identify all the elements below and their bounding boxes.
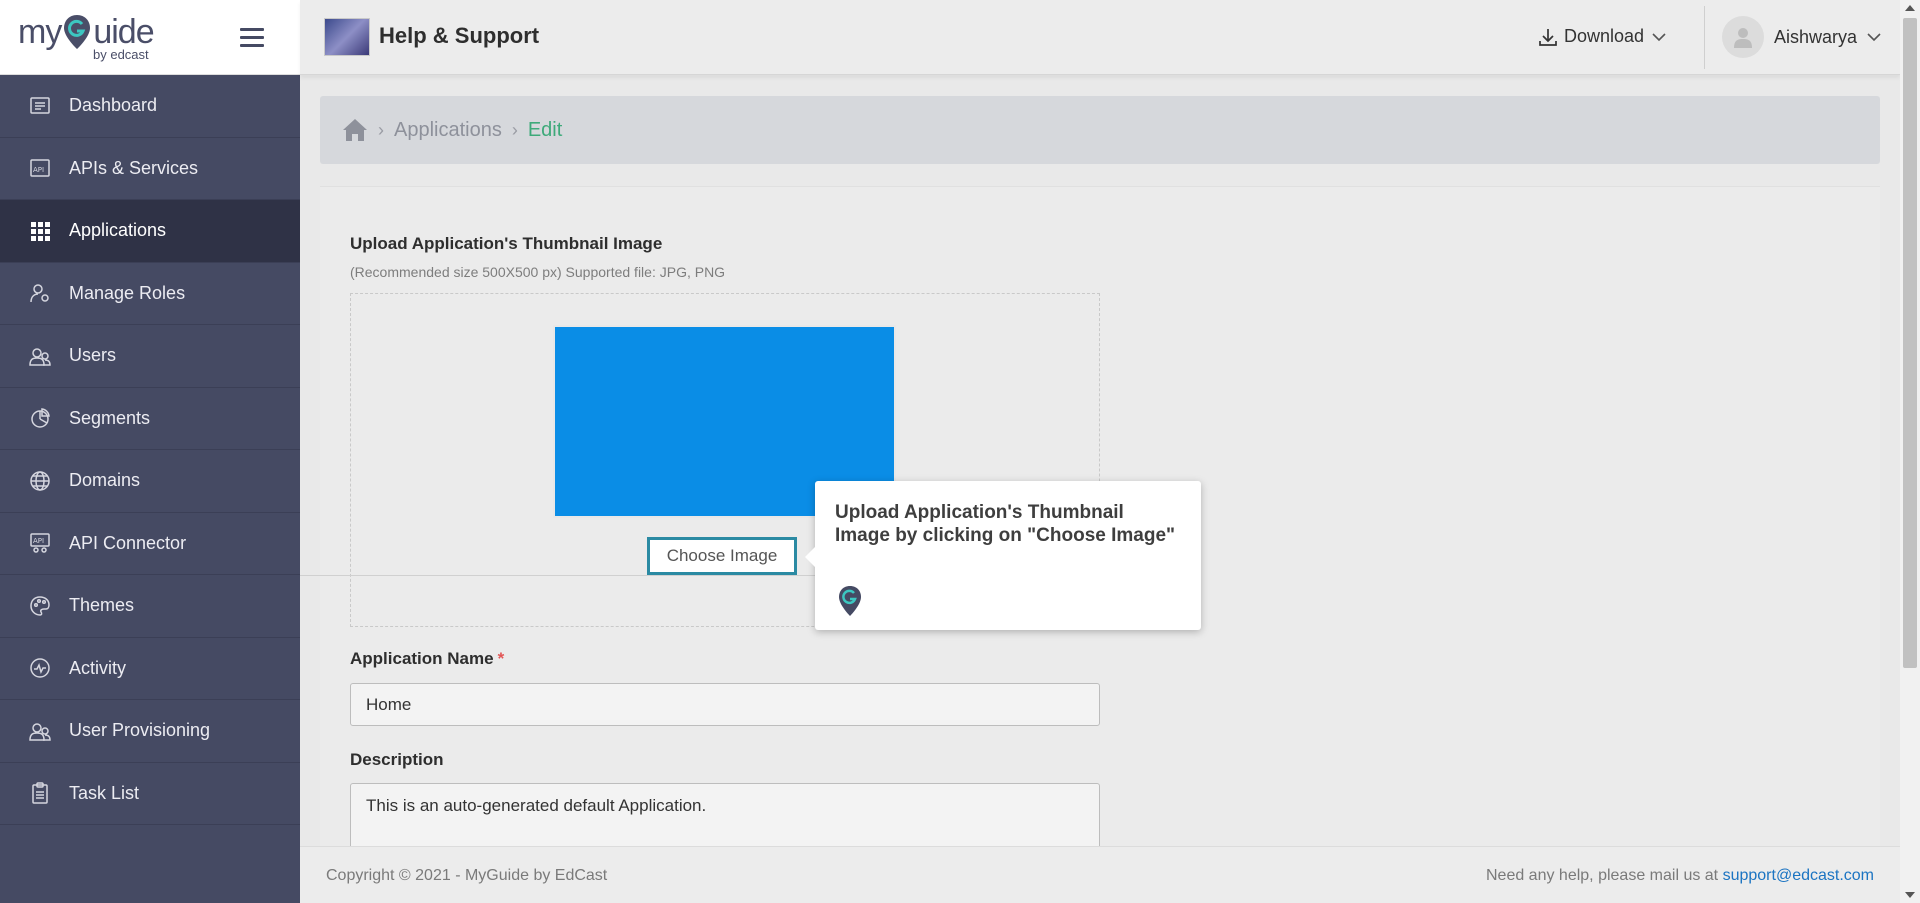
sidebar-item-task-list[interactable]: Task List	[0, 763, 300, 825]
sidebar-item-themes[interactable]: Themes	[0, 575, 300, 638]
pie-icon	[28, 406, 52, 430]
guide-tooltip: Upload Application's Thumbnail Image by …	[805, 481, 1201, 630]
api-icon: API	[28, 156, 52, 180]
sidebar-item-label: Applications	[69, 220, 167, 241]
application-name-label-text: Application Name	[350, 649, 494, 668]
application-name-label: Application Name *	[350, 649, 504, 669]
sidebar-item-activity[interactable]: Activity	[0, 638, 300, 700]
user-avatar-icon	[1734, 28, 1752, 48]
sidebar-item-users[interactable]: Users	[0, 325, 300, 388]
scroll-up-arrow-icon[interactable]	[1905, 5, 1915, 11]
chevron-right-icon: ›	[511, 119, 518, 140]
sidebar-item-segments[interactable]: Segments	[0, 388, 300, 450]
sidebar-item-manage-roles[interactable]: Manage Roles	[0, 263, 300, 325]
scroll-down-arrow-icon[interactable]	[1905, 892, 1915, 898]
footer: Copyright © 2021 - MyGuide by EdCast Nee…	[300, 846, 1900, 903]
sidebar: my uide by edcast Dashboard API APIs & S…	[0, 0, 300, 903]
breadcrumb: › Applications › Edit	[320, 96, 1880, 164]
upload-title: Upload Application's Thumbnail Image	[350, 234, 663, 253]
users-icon	[28, 344, 52, 368]
help-label: Need any help, please mail us at	[1485, 867, 1719, 884]
sidebar-item-label: APIs & Services	[69, 157, 199, 178]
user-gear-icon	[28, 281, 52, 305]
palette-icon	[28, 594, 52, 618]
users-icon	[28, 719, 52, 743]
sidebar-item-label: Dashboard	[69, 95, 158, 116]
sidebar-item-label: API Connector	[69, 532, 187, 553]
help-text: Need any help, please mail us at support…	[1486, 867, 1874, 885]
sidebar-item-label: Themes	[69, 595, 135, 616]
logo-pin-icon	[64, 14, 91, 49]
sidebar-item-domains[interactable]: Domains	[0, 450, 300, 513]
chevron-down-icon	[1652, 32, 1666, 41]
avatar	[1722, 16, 1764, 58]
logo-sub: by edcast	[93, 46, 149, 62]
brand-bar: my uide by edcast	[0, 0, 300, 75]
sidebar-item-label: Segments	[69, 407, 151, 428]
api-connector-icon: API	[28, 531, 52, 555]
user-name: Aishwarya	[1774, 26, 1858, 47]
choose-image-button[interactable]: Choose Image	[647, 537, 797, 575]
download-label: Download	[1564, 26, 1645, 46]
clipboard-icon	[28, 781, 52, 805]
top-header: Help & Support Download Aishwarya	[300, 0, 1900, 75]
support-email-link[interactable]: support@edcast.com	[1723, 867, 1874, 884]
sidebar-item-label: Activity	[69, 657, 127, 678]
chevron-down-icon	[1867, 33, 1881, 42]
description-label: Description	[350, 750, 444, 769]
chevron-right-icon: ›	[378, 119, 384, 140]
myguide-logo[interactable]: my uide by edcast	[18, 12, 155, 62]
header-divider	[1704, 6, 1705, 69]
svg-text:API: API	[33, 537, 44, 545]
sidebar-item-label: Task List	[69, 782, 140, 803]
download-icon	[1539, 28, 1557, 46]
page-title: Help & Support	[379, 23, 540, 48]
activity-icon	[28, 656, 52, 680]
sidebar-item-label: Users	[69, 345, 117, 366]
breadcrumb-applications-link[interactable]: Applications	[394, 119, 502, 142]
sidebar-item-applications[interactable]: Applications	[0, 200, 300, 263]
hamburger-menu-icon[interactable]	[240, 28, 264, 48]
required-mark: *	[497, 649, 505, 668]
dashboard-icon	[28, 94, 52, 118]
logo-text-pre: my	[18, 12, 62, 51]
application-name-input[interactable]	[350, 683, 1100, 726]
svg-text:API: API	[33, 166, 44, 174]
upload-hint: (Recommended size 500X500 px) Supported …	[350, 264, 726, 280]
grid-icon	[28, 219, 52, 243]
sidebar-item-apis-services[interactable]: API APIs & Services	[0, 138, 300, 200]
download-dropdown[interactable]: Download	[1538, 26, 1672, 47]
globe-icon	[28, 469, 52, 493]
sidebar-item-api-connector[interactable]: API API Connector	[0, 513, 300, 575]
app-thumbnail	[324, 18, 370, 56]
sidebar-item-label: Manage Roles	[69, 282, 186, 303]
scrollbar-thumb[interactable]	[1903, 18, 1917, 668]
sidebar-item-label: Domains	[69, 470, 141, 491]
tooltip-text: Upload Application's Thumbnail Image by …	[835, 502, 1176, 546]
description-textarea[interactable]: This is an auto-generated default Applic…	[350, 783, 1100, 853]
sidebar-item-user-provisioning[interactable]: User Provisioning	[0, 700, 300, 763]
breadcrumb-current: Edit	[527, 118, 563, 141]
logo-text-post: uide	[93, 12, 154, 51]
myguide-pin-icon	[839, 586, 861, 616]
home-icon[interactable]	[342, 118, 368, 142]
sidebar-item-label: User Provisioning	[69, 720, 211, 741]
copyright-text: Copyright © 2021 - MyGuide by EdCast	[326, 867, 608, 884]
sidebar-nav: Dashboard API APIs & Services Applicatio…	[0, 75, 300, 825]
user-menu[interactable]: Aishwarya	[1722, 16, 1881, 58]
sidebar-item-dashboard[interactable]: Dashboard	[0, 75, 300, 138]
page-scrollbar[interactable]	[1900, 0, 1920, 903]
